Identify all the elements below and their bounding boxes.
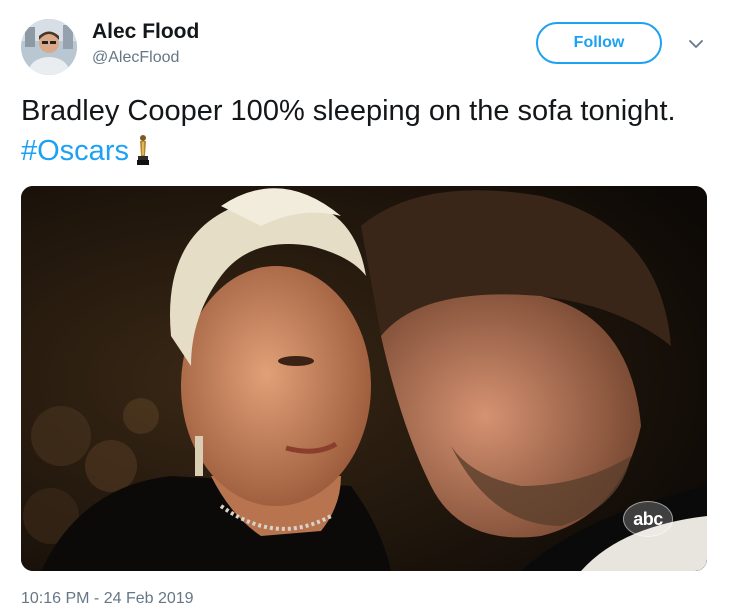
display-name[interactable]: Alec Flood <box>92 20 199 44</box>
tweet-media-image[interactable]: abc <box>21 186 707 571</box>
follow-button[interactable]: Follow <box>536 22 662 64</box>
tweet-body-text: Bradley Cooper 100% sleeping on the sofa… <box>21 95 676 127</box>
chevron-down-icon <box>689 39 703 48</box>
more-options-button[interactable] <box>686 36 706 52</box>
timestamp[interactable]: 10:16 PM - 24 Feb 2019 <box>21 590 194 608</box>
abc-watermark: abc <box>623 501 673 537</box>
avatar[interactable] <box>21 19 77 75</box>
hashtag-link[interactable]: #Oscars <box>21 135 129 167</box>
tweet-card: Alec Flood @AlecFlood Follow Bradley Coo… <box>0 0 734 616</box>
photo-scene <box>21 186 707 571</box>
avatar-image <box>21 19 77 75</box>
oscar-trophy-icon <box>135 134 151 177</box>
user-handle[interactable]: @AlecFlood <box>92 48 199 68</box>
user-info: Alec Flood @AlecFlood <box>92 20 199 68</box>
tweet-text: Bradley Cooper 100% sleeping on the sofa… <box>21 91 701 177</box>
